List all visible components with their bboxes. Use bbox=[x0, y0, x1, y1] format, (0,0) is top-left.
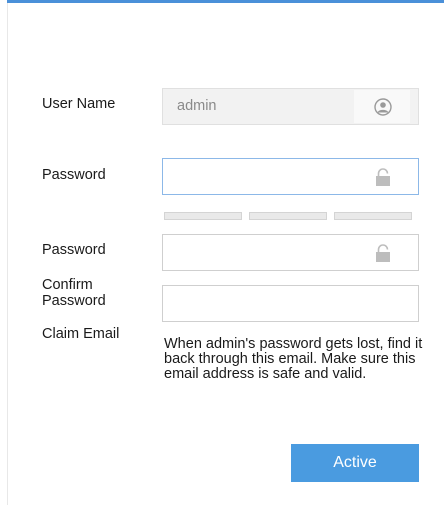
confirm-label-line2: Confirm bbox=[42, 277, 93, 293]
activate-admin-page: User Name admin Password Password Confir… bbox=[0, 0, 444, 505]
password-input[interactable] bbox=[162, 158, 419, 195]
confirm-password-label-line1: Password bbox=[42, 242, 106, 258]
confirm-password-input[interactable] bbox=[162, 285, 419, 322]
username-field: admin bbox=[162, 88, 419, 125]
lock-icon bbox=[375, 168, 391, 191]
username-label: User Name bbox=[42, 96, 116, 112]
user-icon bbox=[374, 98, 392, 121]
top-accent-bar bbox=[7, 0, 444, 3]
password-strength-medium bbox=[249, 212, 327, 220]
password-confirm-input[interactable] bbox=[162, 234, 419, 271]
active-button[interactable]: Active bbox=[291, 444, 419, 482]
password-strength-weak bbox=[164, 212, 242, 220]
password-strength-strong bbox=[334, 212, 412, 220]
claim-email-help-text: When admin's password gets lost, find it… bbox=[164, 336, 423, 382]
username-icon-box bbox=[354, 90, 410, 123]
lock-icon bbox=[375, 244, 391, 267]
password-label: Password bbox=[42, 167, 106, 183]
confirm-password-label: Confirm Password bbox=[42, 277, 106, 309]
left-border bbox=[7, 3, 8, 505]
claim-email-label: Claim Email bbox=[42, 326, 120, 342]
confirm-label-line3: Password bbox=[42, 293, 106, 309]
username-value: admin bbox=[177, 98, 217, 114]
